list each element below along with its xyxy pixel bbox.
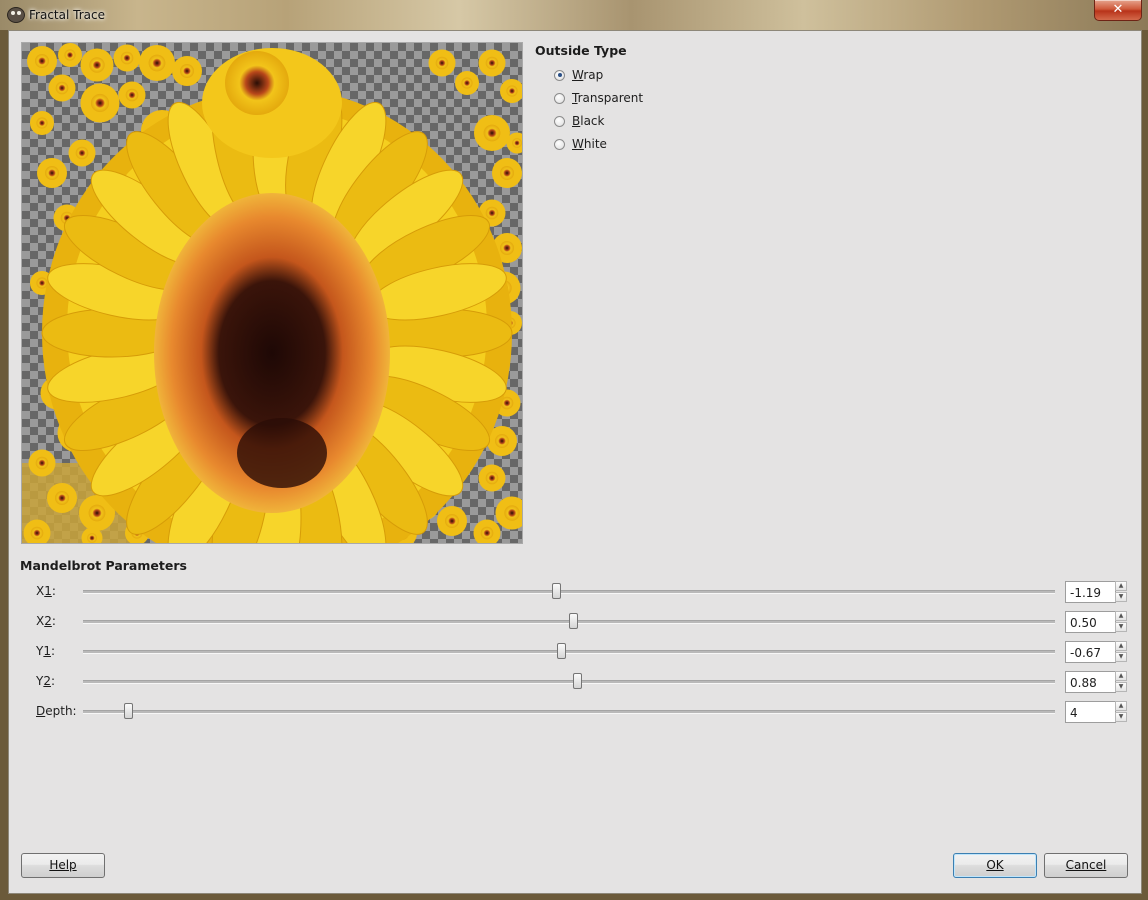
- radio-wrap[interactable]: Wrap: [554, 66, 603, 84]
- radio-label-black: Black: [572, 114, 605, 128]
- spin-arrows-depth: ▲ ▼: [1115, 701, 1127, 723]
- radio-icon[interactable]: [554, 92, 565, 104]
- slider-handle-y1[interactable]: [557, 643, 567, 659]
- spin-arrows-x2: ▲ ▼: [1115, 611, 1127, 633]
- slider-handle-x1[interactable]: [552, 583, 562, 599]
- slider-track-x1[interactable]: [83, 590, 1055, 594]
- param-label-y2: Y2:: [36, 674, 56, 688]
- dialog-body: Outside Type Wrap Transparent Black Whit…: [8, 30, 1142, 894]
- spin-value-y2: 0.88: [1070, 676, 1097, 690]
- spin-value-x2: 0.50: [1070, 616, 1097, 630]
- cancel-button[interactable]: Cancel: [1044, 853, 1128, 878]
- spin-arrows-y1: ▲ ▼: [1115, 641, 1127, 663]
- triangle-up-icon[interactable]: ▲: [1115, 671, 1127, 681]
- triangle-down-icon[interactable]: ▼: [1115, 592, 1127, 602]
- slider-handle-x2[interactable]: [568, 613, 578, 629]
- radio-checked-icon[interactable]: [554, 69, 565, 81]
- title-bar[interactable]: Fractal Trace ✕: [0, 0, 1148, 30]
- radio-white[interactable]: White: [554, 135, 607, 153]
- spin-value-x1: -1.19: [1070, 586, 1102, 600]
- radio-transparent[interactable]: Transparent: [554, 89, 643, 107]
- param-label-depth: Depth:: [36, 704, 77, 718]
- triangle-down-icon[interactable]: ▼: [1115, 652, 1127, 662]
- spin-value-depth: 4: [1070, 706, 1078, 720]
- param-label-y1: Y1:: [36, 644, 56, 658]
- mandelbrot-title: Mandelbrot Parameters: [20, 558, 187, 573]
- radio-label-white: White: [572, 137, 607, 151]
- sunflower-fractal-preview: [22, 43, 522, 543]
- cancel-button-label: Cancel: [1065, 858, 1107, 872]
- ok-button-label: OK: [986, 858, 1004, 872]
- radio-label-transparent: Transparent: [572, 91, 644, 105]
- window-title: Fractal Trace: [29, 8, 105, 22]
- radio-label-wrap: Wrap: [572, 68, 604, 82]
- triangle-down-icon[interactable]: ▼: [1115, 682, 1127, 692]
- param-label-x2: X2:: [36, 614, 56, 628]
- spin-input-y2[interactable]: 0.88: [1065, 671, 1116, 693]
- gimp-icon: [7, 7, 25, 23]
- preview-image[interactable]: [21, 42, 523, 544]
- spin-input-depth[interactable]: 4: [1065, 701, 1116, 723]
- ok-button[interactable]: OK: [953, 853, 1037, 878]
- radio-icon[interactable]: [554, 115, 565, 127]
- slider-track-y1[interactable]: [83, 650, 1055, 654]
- slider-handle-y2[interactable]: [572, 673, 582, 689]
- slider-track-depth[interactable]: [83, 710, 1055, 714]
- triangle-up-icon[interactable]: ▲: [1115, 641, 1127, 651]
- triangle-down-icon[interactable]: ▼: [1115, 712, 1127, 722]
- triangle-up-icon[interactable]: ▲: [1115, 581, 1127, 591]
- spin-value-y1: -0.67: [1070, 646, 1102, 660]
- spin-input-x1[interactable]: -1.19: [1065, 581, 1116, 603]
- help-button-label: Help: [49, 858, 77, 872]
- slider-handle-depth[interactable]: [123, 703, 133, 719]
- help-button[interactable]: Help: [21, 853, 105, 878]
- param-label-x1: X1:: [36, 584, 56, 598]
- triangle-down-icon[interactable]: ▼: [1115, 622, 1127, 632]
- radio-black[interactable]: Black: [554, 112, 604, 130]
- close-button[interactable]: ✕: [1094, 0, 1142, 21]
- radio-icon[interactable]: [554, 138, 565, 150]
- triangle-up-icon[interactable]: ▲: [1115, 611, 1127, 621]
- slider-track-y2[interactable]: [83, 680, 1055, 684]
- spin-arrows-x1: ▲ ▼: [1115, 581, 1127, 603]
- spin-arrows-y2: ▲ ▼: [1115, 671, 1127, 693]
- outside-type-title: Outside Type: [535, 43, 627, 58]
- spin-input-x2[interactable]: 0.50: [1065, 611, 1116, 633]
- spin-input-y1[interactable]: -0.67: [1065, 641, 1116, 663]
- triangle-up-icon[interactable]: ▲: [1115, 701, 1127, 711]
